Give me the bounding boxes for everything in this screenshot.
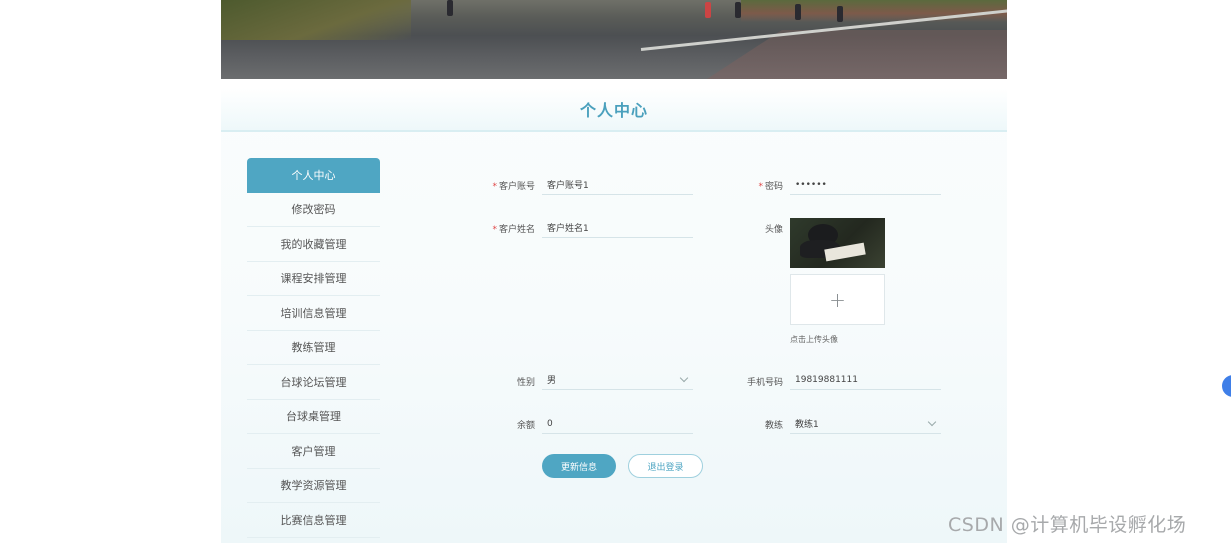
avatar-label-text: 头像 <box>764 225 783 235</box>
profile-panel: 个人中心 个人中心 修改密码 我的收藏管理 课程安排管理 培训信息管理 教练管理… <box>221 88 1007 543</box>
account-field[interactable]: 客户账号1 <box>542 175 693 195</box>
panel-header: 个人中心 <box>221 88 1007 132</box>
balance-label: 余额 <box>465 418 535 431</box>
menu-item-customers[interactable]: 客户管理 <box>247 434 380 469</box>
password-label-text: 密码 <box>764 182 783 192</box>
account-value: 客户账号1 <box>547 181 589 191</box>
menu-item-label: 我的收藏管理 <box>280 237 347 251</box>
phone-label-text: 手机号码 <box>746 378 783 388</box>
logout-button[interactable]: 退出登录 <box>628 454 703 478</box>
avatar-upload-button[interactable]: + <box>790 274 885 325</box>
coach-label: 教练 <box>713 418 783 431</box>
avatar-label: 头像 <box>713 222 783 235</box>
menu-item-favorites[interactable]: 我的收藏管理 <box>247 227 380 262</box>
avatar <box>790 218 885 268</box>
coach-value: 教练1 <box>795 420 819 430</box>
password-label: * 密码 <box>713 179 783 192</box>
password-field[interactable]: •••••• <box>790 175 941 195</box>
page-title: 个人中心 <box>579 101 648 120</box>
update-info-button[interactable]: 更新信息 <box>542 454 616 478</box>
menu-item-label: 台球桌管理 <box>286 410 341 424</box>
menu-item-training-info[interactable]: 培训信息管理 <box>247 296 380 331</box>
banner-image <box>221 0 1007 79</box>
chevron-down-icon <box>679 373 689 383</box>
menu-item-label: 修改密码 <box>291 203 336 217</box>
required-mark: * <box>492 225 497 235</box>
name-value: 客户姓名1 <box>547 224 589 234</box>
coach-label-text: 教练 <box>764 421 783 431</box>
required-mark: * <box>492 182 497 192</box>
menu-item-tables[interactable]: 台球桌管理 <box>247 400 380 434</box>
phone-field[interactable]: 19819881111 <box>790 370 941 390</box>
menu-item-profile[interactable]: 个人中心 <box>247 158 380 193</box>
menu-item-teaching-resources[interactable]: 教学资源管理 <box>247 469 380 503</box>
name-field[interactable]: 客户姓名1 <box>542 218 693 238</box>
name-label-text: 客户姓名 <box>498 225 535 235</box>
chevron-down-icon <box>927 417 937 427</box>
password-value: •••••• <box>795 179 827 190</box>
gender-label-text: 性别 <box>516 378 535 388</box>
account-label: * 客户账号 <box>465 179 535 192</box>
floating-action-button[interactable] <box>1222 375 1231 397</box>
gender-label: 性别 <box>465 375 535 388</box>
menu-item-course-schedule[interactable]: 课程安排管理 <box>247 262 380 296</box>
plus-icon: + <box>829 287 846 312</box>
menu-item-label: 台球论坛管理 <box>280 375 347 389</box>
menu-item-label: 教练管理 <box>291 341 336 355</box>
gender-value: 男 <box>547 376 557 386</box>
menu-item-label: 课程安排管理 <box>280 272 347 286</box>
menu-item-competitions[interactable]: 比赛信息管理 <box>247 503 380 538</box>
upload-hint: 点击上传头像 <box>790 335 838 344</box>
menu-item-change-password[interactable]: 修改密码 <box>247 193 380 227</box>
menu-item-label: 个人中心 <box>291 169 336 183</box>
gender-select[interactable]: 男 <box>542 370 693 390</box>
menu-item-label: 培训信息管理 <box>280 306 347 320</box>
menu-item-label: 教学资源管理 <box>280 479 347 493</box>
phone-value: 19819881111 <box>795 374 858 385</box>
side-menu: 个人中心 修改密码 我的收藏管理 课程安排管理 培训信息管理 教练管理 台球论坛… <box>247 158 380 538</box>
name-label: * 客户姓名 <box>465 222 535 235</box>
watermark: CSDN @计算机毕设孵化场 <box>948 514 1187 536</box>
balance-field[interactable]: 0 <box>542 414 693 434</box>
menu-item-forum[interactable]: 台球论坛管理 <box>247 365 380 400</box>
coach-select[interactable]: 教练1 <box>790 414 941 434</box>
menu-item-label: 客户管理 <box>291 444 336 458</box>
required-mark: * <box>758 182 763 192</box>
menu-item-label: 比赛信息管理 <box>280 513 347 527</box>
balance-label-text: 余额 <box>516 421 535 431</box>
account-label-text: 客户账号 <box>498 182 535 192</box>
menu-item-coach[interactable]: 教练管理 <box>247 331 380 365</box>
balance-value: 0 <box>547 418 553 429</box>
phone-label: 手机号码 <box>713 375 783 388</box>
